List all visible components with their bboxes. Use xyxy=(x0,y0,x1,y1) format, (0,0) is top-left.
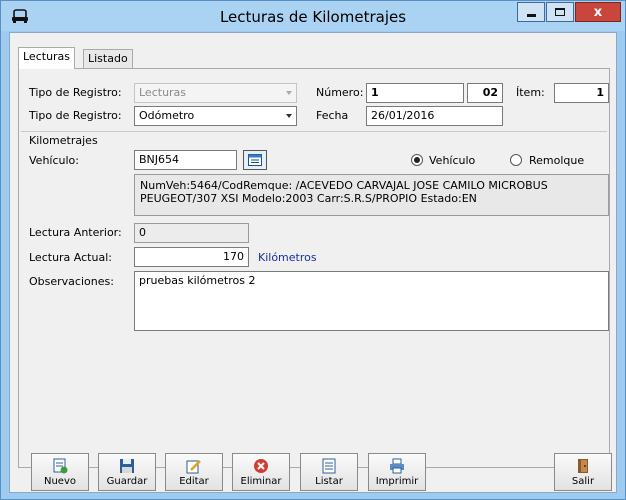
observaciones-textarea[interactable]: pruebas kilómetros 2 xyxy=(134,271,609,331)
maximize-button[interactable] xyxy=(546,2,574,22)
tab-lecturas-label: Lecturas xyxy=(23,50,71,63)
lecturas-panel: Tipo de Registro: Lecturas Número: 1 02 … xyxy=(18,68,610,468)
form-icon xyxy=(248,154,262,166)
item-input[interactable]: 1 xyxy=(554,83,609,103)
editar-button[interactable]: Editar xyxy=(165,453,223,491)
maximize-icon xyxy=(555,8,565,16)
radio-vehiculo-label[interactable]: Vehículo xyxy=(429,154,475,167)
chevron-down-icon xyxy=(286,114,292,118)
imprimir-label: Imprimir xyxy=(375,475,419,487)
lectura-anterior-label: Lectura Anterior: xyxy=(29,226,122,239)
eliminar-button[interactable]: Eliminar xyxy=(232,453,290,491)
guardar-label: Guardar xyxy=(106,475,148,487)
close-button[interactable]: x xyxy=(575,2,621,22)
eliminar-label: Eliminar xyxy=(240,475,282,487)
numero-input[interactable]: 1 xyxy=(366,83,464,103)
listar-label: Listar xyxy=(315,475,343,487)
delete-icon xyxy=(254,458,268,473)
tipo-registro-select[interactable]: Lecturas xyxy=(134,83,297,103)
client-area: Lecturas Listado Tipo de Registro: Lectu… xyxy=(9,32,617,493)
item-label: Ítem: xyxy=(516,86,545,99)
observaciones-label: Observaciones: xyxy=(29,275,114,288)
minimize-button[interactable] xyxy=(517,2,545,22)
tipo-registro-2-select[interactable]: Odómetro xyxy=(134,106,297,126)
guardar-button[interactable]: Guardar xyxy=(98,453,156,491)
vehiculo-input[interactable]: BNJ654 xyxy=(134,150,237,170)
kilometrajes-group-border xyxy=(21,131,607,132)
vehiculo-info-box: NumVeh:5464/CodRemque: /ACEVEDO CARVAJAL… xyxy=(134,174,609,216)
numero-label: Número: xyxy=(316,86,364,99)
tipo-registro-2-label: Tipo de Registro: xyxy=(29,109,122,122)
lectura-anterior-field: 0 xyxy=(134,223,249,243)
salir-label: Salir xyxy=(571,475,595,487)
title-bar[interactable]: Lecturas de Kilometrajes x xyxy=(1,1,625,31)
kilometrajes-group-label: Kilometrajes xyxy=(29,134,98,147)
tipo-registro-value: Lecturas xyxy=(139,86,187,99)
radio-remolque[interactable] xyxy=(510,154,522,166)
tab-listado-label: Listado xyxy=(88,52,128,65)
exit-door-icon xyxy=(578,458,588,473)
tipo-registro-label: Tipo de Registro: xyxy=(29,86,122,99)
minimize-icon xyxy=(526,13,536,17)
listar-button[interactable]: Listar xyxy=(300,453,358,491)
new-document-icon xyxy=(53,458,68,473)
chevron-down-icon xyxy=(286,91,292,95)
numero-suffix-input[interactable]: 02 xyxy=(467,83,503,103)
lectura-units: Kilómetros xyxy=(258,251,317,264)
tab-listado[interactable]: Listado xyxy=(83,49,133,69)
edit-icon xyxy=(186,459,201,473)
list-icon xyxy=(322,458,336,473)
tipo-registro-2-value: Odómetro xyxy=(139,109,195,122)
tab-lecturas[interactable]: Lecturas xyxy=(18,47,76,69)
lectura-actual-label: Lectura Actual: xyxy=(29,251,112,264)
fecha-label: Fecha xyxy=(316,109,349,122)
radio-vehiculo[interactable] xyxy=(411,154,423,166)
vehiculo-label: Vehículo: xyxy=(29,154,79,167)
vehiculo-info-line-1: NumVeh:5464/CodRemque: /ACEVEDO CARVAJAL… xyxy=(140,179,548,192)
radio-remolque-label[interactable]: Remolque xyxy=(529,154,584,167)
salir-button[interactable]: Salir xyxy=(554,453,612,491)
close-icon: x xyxy=(593,4,603,20)
printer-icon xyxy=(390,458,404,473)
application-window: Lecturas de Kilometrajes x Lecturas List… xyxy=(0,0,626,500)
lectura-actual-input[interactable]: 170 xyxy=(134,247,249,267)
nuevo-button[interactable]: Nuevo xyxy=(31,453,89,491)
save-icon xyxy=(120,458,134,473)
vehiculo-info-line-2: PEUGEOT/307 XSI Modelo:2003 Carr:S.R.S/P… xyxy=(140,192,477,205)
nuevo-label: Nuevo xyxy=(43,475,76,487)
vehiculo-lookup-button[interactable] xyxy=(243,150,267,170)
editar-label: Editar xyxy=(179,475,209,487)
fecha-input[interactable]: 26/01/2016 xyxy=(366,106,503,126)
imprimir-button[interactable]: Imprimir xyxy=(368,453,426,491)
